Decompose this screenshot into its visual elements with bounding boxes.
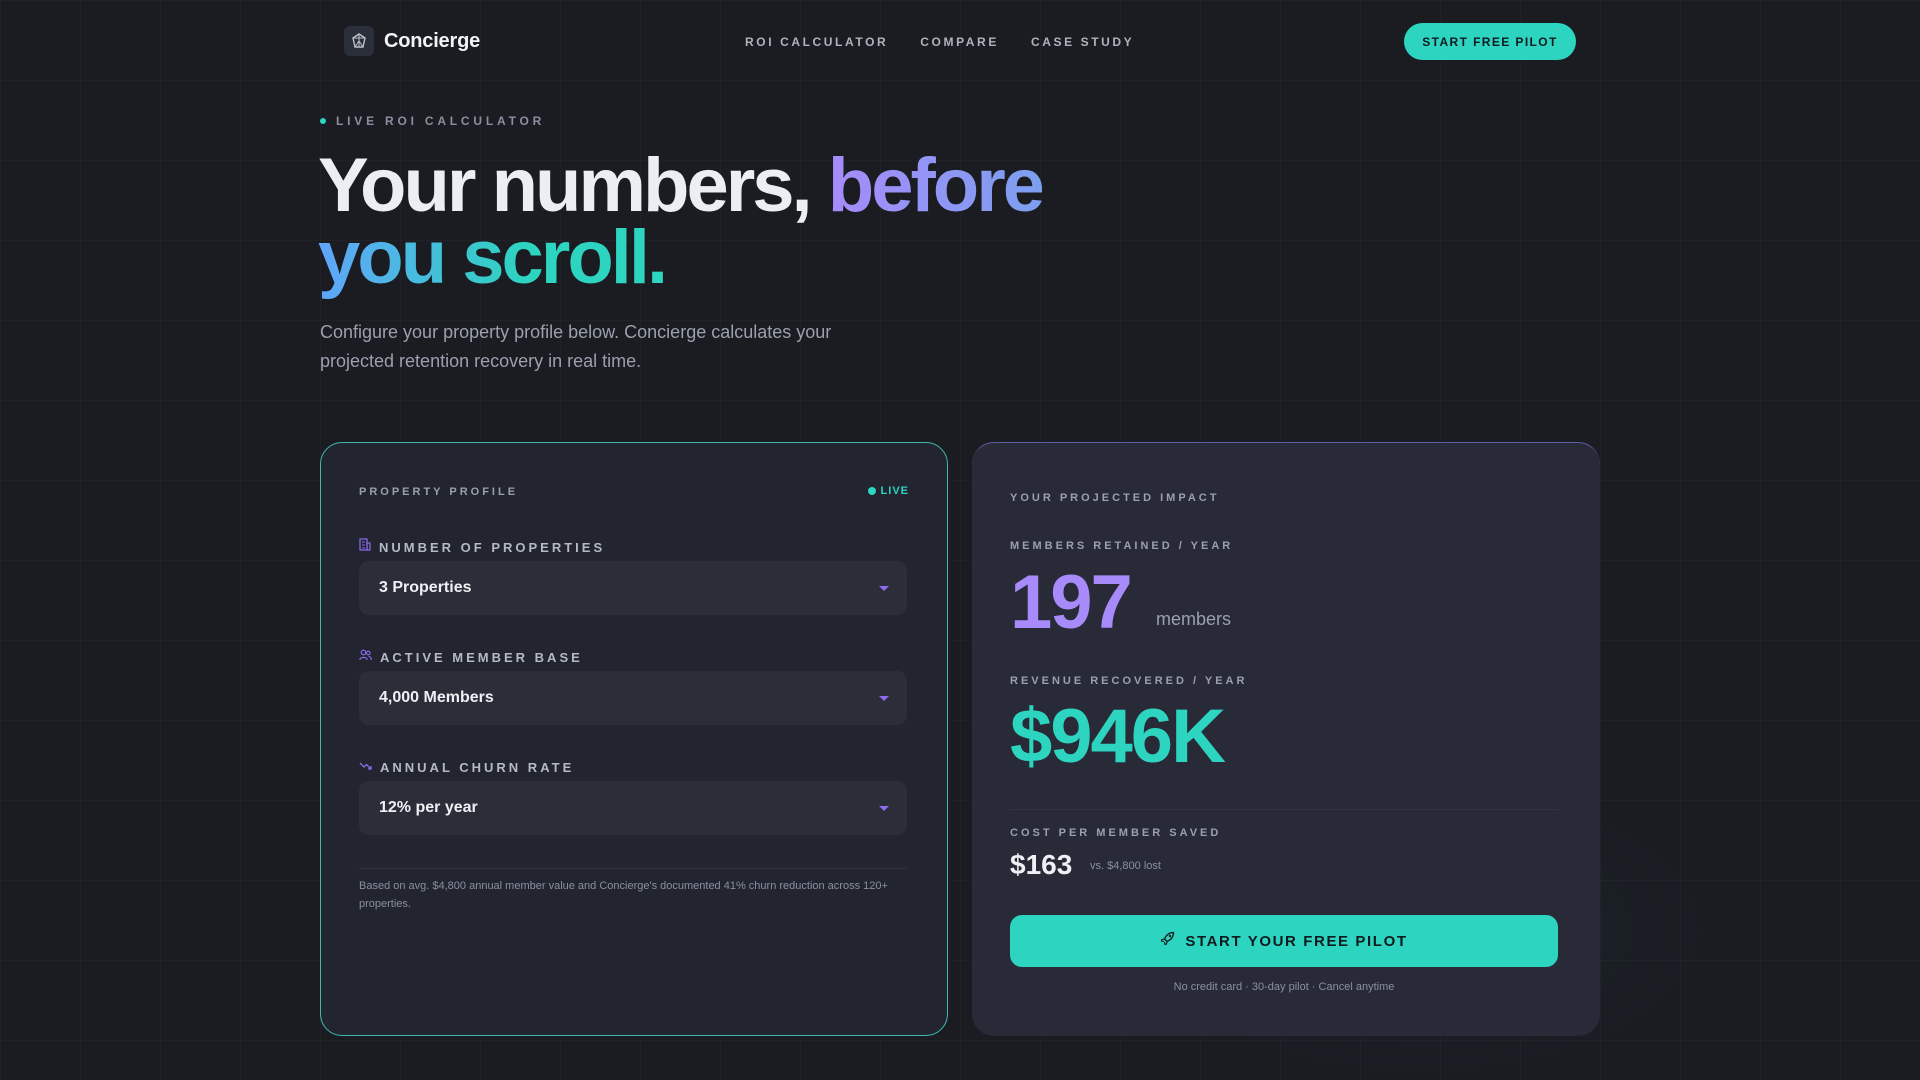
headline-part-3: you scroll. xyxy=(318,215,668,300)
brand-name: Concierge xyxy=(384,29,481,52)
brand[interactable]: Concierge xyxy=(344,26,480,56)
chevron-down-icon xyxy=(879,696,889,701)
projected-impact-title: YOUR PROJECTED IMPACT xyxy=(1010,492,1220,504)
cost-comparison: vs. $4,800 lost xyxy=(1090,860,1161,872)
field-label-text: NUMBER OF PROPERTIES xyxy=(379,539,606,555)
field-label-text: ACTIVE MEMBER BASE xyxy=(380,649,583,665)
top-nav: Concierge ROI CALCULATOR COMPARE CASE ST… xyxy=(0,0,1920,84)
page-title: Your numbers, before you scroll. xyxy=(318,148,1045,296)
revenue-recovered-value: $946K xyxy=(1010,694,1226,779)
field-label-members: ACTIVE MEMBER BASE xyxy=(359,648,583,666)
select-value: 4,000 Members xyxy=(379,689,494,706)
users-icon xyxy=(359,648,372,666)
projected-impact-card: YOUR PROJECTED IMPACT MEMBERS RETAINED /… xyxy=(972,442,1600,1036)
members-retained-label: MEMBERS RETAINED / YEAR xyxy=(1010,540,1234,552)
hero-subcopy: Configure your property profile below. C… xyxy=(320,322,832,371)
cost-per-member-value: $163 xyxy=(1010,849,1073,880)
members-unit: members xyxy=(1156,609,1232,629)
field-label-churn: ANNUAL CHURN RATE xyxy=(359,758,574,776)
nav-link-case-study[interactable]: CASE STUDY xyxy=(1031,35,1134,49)
field-label-text: ANNUAL CHURN RATE xyxy=(380,759,575,775)
rocket-icon xyxy=(1160,931,1175,951)
chevron-down-icon xyxy=(879,586,889,591)
eyebrow: LIVE ROI CALCULATOR xyxy=(320,114,545,128)
cost-per-member-label: COST PER MEMBER SAVED xyxy=(1010,827,1222,839)
nav-link-roi-calculator[interactable]: ROI CALCULATOR xyxy=(745,35,888,49)
member-base-select[interactable]: 4,000 Members xyxy=(359,671,907,725)
building-icon xyxy=(359,538,371,556)
divider xyxy=(359,868,907,869)
properties-select[interactable]: 3 Properties xyxy=(359,561,907,615)
property-profile-title: PROPERTY PROFILE xyxy=(359,486,519,498)
nav-links: ROI CALCULATOR COMPARE CASE STUDY xyxy=(745,35,1134,49)
calculation-footnote: Based on avg. $4,800 annual member value… xyxy=(359,880,888,910)
chevron-down-icon xyxy=(879,806,889,811)
cta-label: START YOUR FREE PILOT xyxy=(1185,932,1408,950)
members-retained-value: 197 xyxy=(1010,560,1133,645)
live-label: LIVE xyxy=(880,485,909,497)
cta-note: No credit card · 30-day pilot · Cancel a… xyxy=(1173,981,1395,993)
nav-link-compare[interactable]: COMPARE xyxy=(920,35,999,49)
property-profile-card: PROPERTY PROFILE LIVE NUMBER OF PROPERTI… xyxy=(320,442,948,1036)
start-your-free-pilot-button[interactable]: START YOUR FREE PILOT xyxy=(1010,915,1558,967)
revenue-recovered-label: REVENUE RECOVERED / YEAR xyxy=(1010,675,1248,687)
divider xyxy=(1010,809,1558,810)
select-value: 3 Properties xyxy=(379,579,472,596)
field-label-properties: NUMBER OF PROPERTIES xyxy=(359,538,605,556)
live-badge: LIVE xyxy=(867,485,909,497)
trending-down-icon xyxy=(359,758,372,776)
churn-rate-select[interactable]: 12% per year xyxy=(359,781,907,835)
select-value: 12% per year xyxy=(379,799,478,816)
start-free-pilot-button[interactable]: START FREE PILOT xyxy=(1404,23,1576,60)
live-dot-icon xyxy=(320,118,326,124)
concierge-logo-icon xyxy=(344,26,374,56)
headline-part-2: before xyxy=(827,143,1045,228)
eyebrow-text: LIVE ROI CALCULATOR xyxy=(336,114,546,128)
live-indicator-icon xyxy=(867,487,876,495)
